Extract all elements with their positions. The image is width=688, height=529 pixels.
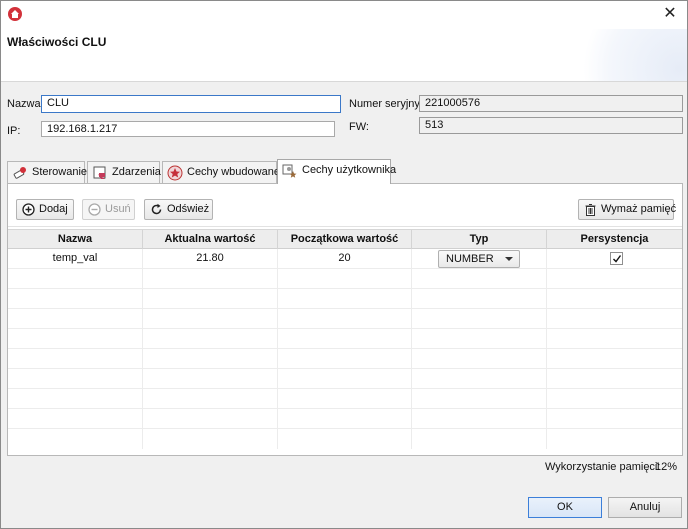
refresh-icon xyxy=(151,203,162,215)
trash-icon xyxy=(585,204,596,216)
name-input[interactable]: CLU xyxy=(41,95,341,113)
tab-label: Sterowanie xyxy=(32,166,88,178)
table-row-empty xyxy=(8,389,682,409)
memory-usage-label: Wykorzystanie pamięci: xyxy=(545,461,661,473)
remove-button[interactable]: Usuń xyxy=(82,199,135,220)
tab-zdarzenia[interactable]: Zdarzenia xyxy=(87,161,161,183)
table-row-empty xyxy=(8,409,682,429)
cell-initial-value[interactable]: 20 xyxy=(278,249,412,269)
properties-dialog: ✕ Właściwości CLU Nazwa: CLU IP: 192.168… xyxy=(0,0,688,529)
column-header-aktualna[interactable]: Aktualna wartość xyxy=(143,230,278,249)
serial-field: 221000576 xyxy=(419,95,683,112)
tab-label: Cechy wbudowane xyxy=(187,166,280,178)
table-row-empty xyxy=(8,269,682,289)
serial-label: Numer seryjny: xyxy=(349,98,423,110)
column-header-nazwa[interactable]: Nazwa xyxy=(8,230,143,249)
tab-cechy-uzytkownika[interactable]: Cechy użytkownika xyxy=(277,159,396,184)
table-row-empty xyxy=(8,349,682,369)
clear-memory-button[interactable]: Wymaż pamięć xyxy=(578,199,677,220)
table-row-empty xyxy=(8,429,682,449)
ok-button[interactable]: OK xyxy=(528,497,602,518)
tab-sterowanie[interactable]: Sterowanie xyxy=(7,161,88,183)
ip-input[interactable]: 192.168.1.217 xyxy=(41,121,335,137)
toolbar-divider xyxy=(8,226,682,227)
fw-label: FW: xyxy=(349,121,369,133)
clear-memory-label: Wymaż pamięć xyxy=(601,203,677,215)
tab-label: Zdarzenia xyxy=(112,166,161,178)
close-button[interactable]: ✕ xyxy=(659,4,681,24)
column-header-poczatkowa[interactable]: Początkowa wartość xyxy=(278,230,412,249)
header-decoration xyxy=(567,29,687,81)
user-features-icon xyxy=(282,164,297,178)
title-bar: ✕ xyxy=(1,1,687,29)
table-row-empty xyxy=(8,309,682,329)
name-label: Nazwa: xyxy=(7,98,44,110)
dialog-header: Właściwości CLU xyxy=(1,29,687,81)
column-header-typ[interactable]: Typ xyxy=(412,230,547,249)
column-header-persystencja[interactable]: Persystencja xyxy=(547,230,682,249)
add-button-label: Dodaj xyxy=(39,203,68,215)
ip-label: IP: xyxy=(7,125,21,137)
table-row-empty xyxy=(8,329,682,349)
plus-circle-icon xyxy=(22,203,35,216)
remote-control-icon xyxy=(13,167,26,179)
app-logo-icon xyxy=(8,7,22,21)
tab-cechy-wbudowane[interactable]: Cechy wbudowane xyxy=(162,161,280,183)
persistence-checkbox[interactable] xyxy=(610,252,623,265)
remove-button-label: Usuń xyxy=(105,203,131,215)
tab-label: Cechy użytkownika xyxy=(302,164,397,176)
type-select[interactable]: NUMBER xyxy=(438,250,520,268)
chevron-down-icon xyxy=(505,257,513,261)
user-features-panel: Dodaj Usuń Odśwież Wymaż pamięć Nazwa Ak… xyxy=(7,183,683,456)
minus-circle-icon xyxy=(88,203,101,216)
add-button[interactable]: Dodaj xyxy=(16,199,74,220)
dialog-title: Właściwości CLU xyxy=(7,35,107,49)
table-row[interactable]: temp_val 21.80 20 NUMBER xyxy=(8,249,682,269)
star-badge-icon xyxy=(167,165,183,181)
type-select-value: NUMBER xyxy=(446,253,494,265)
table-header: Nazwa Aktualna wartość Początkowa wartoś… xyxy=(8,229,682,249)
table-row-empty xyxy=(8,369,682,389)
checkmark-icon xyxy=(613,255,622,263)
fw-field: 513 xyxy=(419,117,683,134)
cancel-button[interactable]: Anuluj xyxy=(608,497,682,518)
header-divider xyxy=(1,81,687,82)
cell-current-value[interactable]: 21.80 xyxy=(143,249,278,269)
refresh-button-label: Odśwież xyxy=(167,203,210,215)
refresh-button[interactable]: Odśwież xyxy=(144,199,213,220)
cell-persistence xyxy=(547,249,682,269)
events-icon xyxy=(93,166,106,179)
memory-usage-value: 12% xyxy=(655,461,678,473)
cell-type: NUMBER xyxy=(412,249,547,269)
cell-name: temp_val xyxy=(8,249,143,269)
table-row-empty xyxy=(8,289,682,309)
